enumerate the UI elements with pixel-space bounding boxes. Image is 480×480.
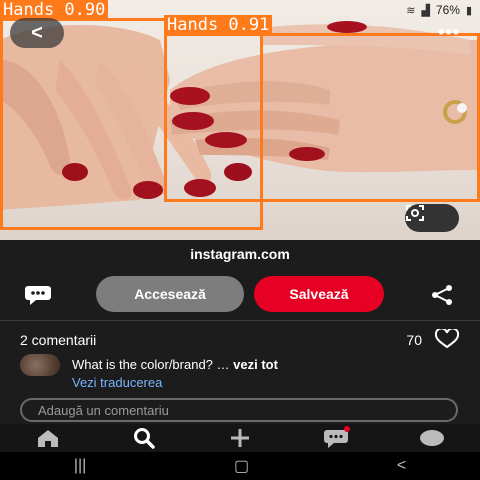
- visual-search-icon: [406, 205, 424, 221]
- more-options-button[interactable]: •••: [438, 22, 460, 43]
- add-comment-input[interactable]: Adaugă un comentariu: [20, 398, 458, 422]
- wifi-icon: ≋: [406, 4, 416, 17]
- comment-body: What is the color/brand? …: [72, 357, 230, 372]
- heart-icon[interactable]: [434, 326, 460, 352]
- search-icon: [134, 428, 155, 449]
- pin-source-link[interactable]: instagram.com: [0, 246, 480, 262]
- nav-create[interactable]: [220, 424, 260, 452]
- detection-label-2: Hands 0.91: [164, 15, 273, 35]
- nav-home[interactable]: [28, 424, 68, 452]
- chevron-left-icon: <: [31, 21, 43, 44]
- divider: [0, 320, 480, 321]
- likes-count: 70: [406, 332, 422, 348]
- signal-icon: ▟: [421, 4, 430, 17]
- back-button[interactable]: <: [10, 18, 64, 48]
- notification-dot: [344, 426, 350, 432]
- battery-level: 76%: [435, 3, 460, 17]
- see-more-link[interactable]: vezi tot: [233, 357, 278, 372]
- nav-search[interactable]: [124, 424, 164, 452]
- comments-count[interactable]: 2 comentarii: [20, 332, 406, 348]
- home-icon: [38, 430, 58, 447]
- comment-text: What is the color/brand? … vezi tot: [72, 357, 278, 372]
- pin-image[interactable]: ≋ ▟ 76% ▮ Hands 0.90 Hands 0.91 < •••: [0, 0, 480, 240]
- profile-avatar-icon: [420, 430, 444, 446]
- translate-link[interactable]: Vezi traducerea: [72, 375, 162, 390]
- comments-header: 2 comentarii 70: [20, 326, 460, 352]
- comment-item: What is the color/brand? … vezi tot Vezi…: [20, 354, 460, 394]
- system-back-icon[interactable]: <: [397, 457, 406, 475]
- status-bar: ≋ ▟ 76% ▮: [340, 0, 480, 20]
- nav-messages[interactable]: [316, 424, 356, 452]
- home-button-icon[interactable]: ▢: [234, 456, 249, 476]
- avatar[interactable]: [20, 354, 60, 376]
- save-button[interactable]: Salvează: [254, 276, 384, 312]
- more-options-icon: •••: [438, 22, 460, 42]
- visit-button[interactable]: Accesează: [96, 276, 244, 312]
- detection-box-2: [164, 33, 480, 202]
- recent-apps-icon[interactable]: |||: [74, 457, 86, 475]
- visual-search-button[interactable]: [405, 204, 459, 232]
- battery-icon: ▮: [465, 4, 472, 17]
- add-comment-placeholder: Adaugă un comentariu: [38, 402, 169, 418]
- share-icon[interactable]: [430, 284, 454, 311]
- system-nav-bar: ||| ▢ <: [0, 452, 480, 480]
- detection-label-1: Hands 0.90: [0, 0, 109, 20]
- nav-profile[interactable]: [412, 424, 452, 452]
- bottom-nav: [0, 424, 480, 452]
- comment-bubble-icon[interactable]: [24, 284, 52, 311]
- plus-icon: [231, 429, 249, 447]
- pin-action-row: Accesează Salvează: [0, 276, 480, 312]
